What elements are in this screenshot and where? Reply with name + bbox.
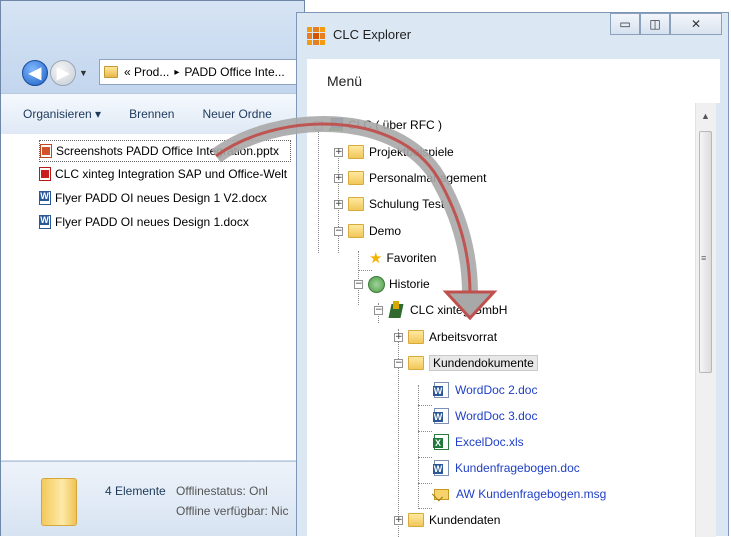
drag-arrow-border: [215, 122, 472, 295]
drag-arrow-shaft: [211, 116, 478, 295]
drag-arrow-icon: [211, 116, 498, 321]
drag-arrow-head: [442, 290, 498, 321]
